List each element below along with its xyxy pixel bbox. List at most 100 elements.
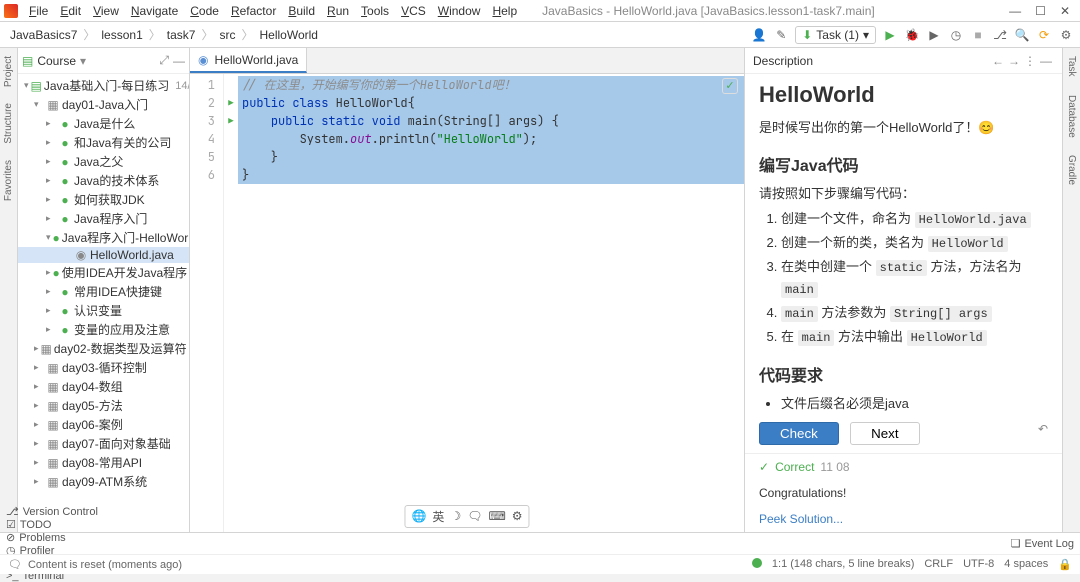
leftrail-structure[interactable]: Structure — [2, 99, 15, 148]
tree-sub-0-8[interactable]: ▸●常用IDEA快捷键 — [18, 282, 189, 301]
footer-problems[interactable]: ⊘ Problems — [6, 531, 98, 544]
code-line-1[interactable]: // 在这里，开始编写你的第一个HelloWorld吧！ — [238, 76, 744, 94]
desc-tab-title[interactable]: Description — [753, 54, 990, 68]
run-button[interactable]: ▶ — [882, 27, 898, 43]
tree-sub-0-9[interactable]: ▸●认识变量 — [18, 301, 189, 320]
event-log-button[interactable]: ❏ Event Log — [1011, 537, 1074, 550]
breadcrumb-3[interactable]: src — [215, 26, 239, 44]
tree-day-3[interactable]: ▸▦day04-数组 — [18, 377, 189, 396]
check-button[interactable]: Check — [759, 422, 839, 445]
profile-button[interactable]: ◷ — [948, 27, 964, 43]
leftrail-favorites[interactable]: Favorites — [2, 156, 15, 205]
ime-btn[interactable]: 🗨 — [467, 508, 482, 525]
tree-day-4[interactable]: ▸▦day05-方法 — [18, 396, 189, 415]
caret-position[interactable]: 1:1 (148 chars, 5 line breaks) — [772, 558, 914, 571]
undo-icon[interactable]: ↶ — [1038, 422, 1048, 436]
menu-vcs[interactable]: VCS — [396, 2, 431, 20]
git-button[interactable]: ⎇ — [992, 27, 1008, 43]
tree-sub-0-4[interactable]: ▸●如何获取JDK — [18, 190, 189, 209]
run-config-dropdown[interactable]: ⬇Task (1)▾ — [795, 26, 876, 44]
breadcrumb-4[interactable]: HelloWorld — [256, 26, 322, 44]
expand-icon[interactable]: ⤢ — [159, 53, 169, 68]
add-user-icon[interactable]: 👤 — [751, 27, 767, 43]
tree-day-2[interactable]: ▸▦day03-循环控制 — [18, 358, 189, 377]
update-button[interactable]: ⟳ — [1036, 27, 1052, 43]
indent[interactable]: 4 spaces — [1004, 558, 1048, 571]
tree-day-8[interactable]: ▸▦day09-ATM系统 — [18, 472, 189, 491]
settings-button[interactable]: ⚙ — [1058, 27, 1074, 43]
close-button[interactable]: ✕ — [1060, 4, 1070, 18]
footer-todo[interactable]: ☑ TODO — [6, 518, 98, 531]
leftrail-project[interactable]: Project — [2, 52, 15, 91]
tree-day-5[interactable]: ▸▦day06-案例 — [18, 415, 189, 434]
tree-sub-0-6[interactable]: ▾●Java程序入门-HelloWorld — [18, 228, 189, 247]
coverage-button[interactable]: ▶ — [926, 27, 942, 43]
breadcrumb-1[interactable]: lesson1 — [97, 26, 146, 44]
run-gutter-2[interactable]: ▶ — [224, 94, 238, 112]
lock-icon[interactable]: 🔒 — [1058, 558, 1072, 571]
ime-toolbar[interactable]: 🌐 英 ☽ 🗨 ⌨ ⚙ — [404, 505, 529, 528]
maximize-button[interactable]: ☐ — [1035, 4, 1046, 18]
menu-edit[interactable]: Edit — [55, 2, 86, 20]
tree-day-7[interactable]: ▸▦day08-常用API — [18, 453, 189, 472]
ime-btn[interactable]: ⚙ — [512, 508, 523, 525]
search-button[interactable]: 🔍 — [1014, 27, 1030, 43]
tree-file-0[interactable]: ◉HelloWorld.java — [18, 247, 189, 263]
edit-icon[interactable]: ✎ — [773, 27, 789, 43]
sidebar-dropdown[interactable]: ▾ — [80, 54, 86, 68]
ime-btn[interactable]: ⌨ — [488, 508, 505, 525]
desc-hide-icon[interactable]: — — [1038, 54, 1054, 68]
rightrail-task[interactable]: Task — [1065, 52, 1078, 81]
nav-fwd-icon[interactable]: → — [1006, 54, 1022, 68]
menu-help[interactable]: Help — [487, 2, 522, 20]
rightrail-database[interactable]: Database — [1065, 91, 1078, 142]
menu-build[interactable]: Build — [283, 2, 320, 20]
menu-navigate[interactable]: Navigate — [126, 2, 183, 20]
tree-day-6[interactable]: ▸▦day07-面向对象基础 — [18, 434, 189, 453]
stop-button[interactable]: ■ — [970, 27, 986, 43]
nav-back-icon[interactable]: ← — [990, 54, 1006, 68]
file-tab-helloworld[interactable]: ◉ HelloWorld.java — [190, 48, 307, 73]
ime-btn[interactable]: ☽ — [450, 508, 461, 525]
ime-btn[interactable]: 英 — [432, 508, 444, 525]
menu-window[interactable]: Window — [433, 2, 486, 20]
tree-sub-0-2[interactable]: ▸●Java之父 — [18, 152, 189, 171]
code-line-2[interactable]: public class HelloWorld{ — [238, 94, 744, 112]
footer-version-control[interactable]: ⎇ Version Control — [6, 505, 98, 518]
menu-file[interactable]: File — [24, 2, 53, 20]
tree-sub-0-0[interactable]: ▸●Java是什么 — [18, 114, 189, 133]
menu-run[interactable]: Run — [322, 2, 354, 20]
tree-day-0[interactable]: ▾▦day01-Java入门 — [18, 95, 189, 114]
run-gutter-3[interactable]: ▶ — [224, 112, 238, 130]
code-line-3[interactable]: public static void main(String[] args) { — [238, 112, 744, 130]
menu-view[interactable]: View — [88, 2, 124, 20]
rightrail-gradle[interactable]: Gradle — [1065, 151, 1078, 189]
breadcrumb-2[interactable]: task7 — [163, 26, 200, 44]
ime-btn[interactable]: 🌐 — [411, 508, 426, 525]
tree-sub-0-10[interactable]: ▸●变量的应用及注意 — [18, 320, 189, 339]
minimize-button[interactable]: — — [1009, 4, 1021, 18]
line-sep[interactable]: CRLF — [924, 558, 953, 571]
inspection-ok-icon[interactable]: ✓ — [722, 78, 738, 94]
code-line-6[interactable]: } — [238, 166, 744, 184]
breadcrumb-0[interactable]: JavaBasics7 — [6, 26, 81, 44]
status-indicator-icon[interactable] — [752, 558, 762, 568]
encoding[interactable]: UTF-8 — [963, 558, 994, 571]
peek-solution-link[interactable]: Peek Solution... — [759, 512, 1048, 526]
code-line-5[interactable]: } — [238, 148, 744, 166]
next-button[interactable]: Next — [850, 422, 919, 445]
hide-button[interactable]: — — [173, 54, 185, 68]
code-editor[interactable]: 123456 ▶▶ ✓ // 在这里，开始编写你的第一个HelloWorld吧！… — [190, 74, 744, 532]
desc-more-icon[interactable]: ⋮ — [1022, 54, 1038, 68]
menu-code[interactable]: Code — [185, 2, 224, 20]
tree-sub-0-5[interactable]: ▸●Java程序入门 — [18, 209, 189, 228]
debug-button[interactable]: 🐞 — [904, 27, 920, 43]
menu-refactor[interactable]: Refactor — [226, 2, 281, 20]
tree-root[interactable]: ▾▤Java基础入门-每日练习14/109 — [18, 76, 189, 95]
tree-day-1[interactable]: ▸▦day02-数据类型及运算符 — [18, 339, 189, 358]
code-line-4[interactable]: System.out.println("HelloWorld"); — [238, 130, 744, 148]
tree-sub-0-7[interactable]: ▸●使用IDEA开发Java程序 — [18, 263, 189, 282]
tree-sub-0-3[interactable]: ▸●Java的技术体系 — [18, 171, 189, 190]
status-bullhorn-icon[interactable]: 🗨 — [8, 558, 22, 571]
tree-sub-0-1[interactable]: ▸●和Java有关的公司 — [18, 133, 189, 152]
